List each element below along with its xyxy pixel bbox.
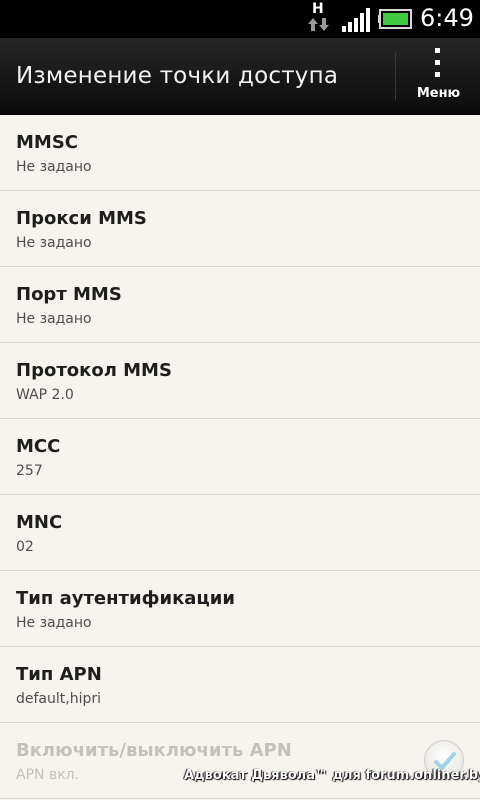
setting-mnc[interactable]: MNC 02 — [0, 495, 480, 571]
battery-icon — [378, 9, 414, 33]
setting-auth-type[interactable]: Тип аутентификации Не задано — [0, 571, 480, 647]
setting-title: MNC — [16, 512, 63, 533]
setting-value: default,hipri — [16, 691, 102, 707]
setting-apn-toggle[interactable]: Включить/выключить APN APN вкл. — [0, 723, 480, 799]
network-type-label: H — [312, 1, 324, 17]
setting-title: MCC — [16, 436, 61, 457]
setting-mms-port[interactable]: Порт MMS Не задано — [0, 267, 480, 343]
setting-value: 02 — [16, 539, 34, 555]
settings-list: MMSC Не задано Прокси MMS Не задано Порт… — [0, 115, 480, 799]
menu-label: Меню — [416, 86, 461, 101]
setting-mms-protocol[interactable]: Протокол MMS WAP 2.0 — [0, 343, 480, 419]
setting-title: Порт MMS — [16, 284, 122, 305]
setting-value: Не задано — [16, 235, 92, 251]
setting-title: Протокол MMS — [16, 360, 172, 381]
setting-title: Прокси MMS — [16, 208, 147, 229]
setting-title: MMSC — [16, 132, 78, 153]
setting-apn-type[interactable]: Тип APN default,hipri — [0, 647, 480, 723]
setting-title: Тип аутентификации — [16, 588, 235, 609]
setting-mms-proxy[interactable]: Прокси MMS Не задано — [0, 191, 480, 267]
setting-mmsc[interactable]: MMSC Не задано — [0, 115, 480, 191]
setting-title: Включить/выключить APN — [16, 740, 292, 761]
setting-value: Не задано — [16, 311, 92, 327]
overflow-menu-icon — [434, 48, 442, 82]
setting-value: APN вкл. — [16, 767, 80, 783]
watermark: Адвокат Дьявола™ для forum.onliner.by — [184, 768, 480, 783]
setting-value: WAP 2.0 — [16, 387, 74, 403]
status-bar: H 6:49 — [0, 0, 480, 38]
menu-button[interactable]: Меню — [397, 38, 480, 115]
menu-divider — [395, 52, 396, 100]
signal-icon — [342, 8, 372, 36]
setting-mcc[interactable]: MCC 257 — [0, 419, 480, 495]
clock: 6:49 — [420, 4, 474, 32]
setting-value: Не задано — [16, 159, 92, 175]
setting-title: Тип APN — [16, 664, 102, 685]
setting-value: Не задано — [16, 615, 92, 631]
action-bar: Изменение точки доступа Меню — [0, 38, 480, 115]
data-arrows-icon — [308, 16, 330, 36]
setting-value: 257 — [16, 463, 43, 479]
page-title: Изменение точки доступа — [16, 63, 339, 89]
